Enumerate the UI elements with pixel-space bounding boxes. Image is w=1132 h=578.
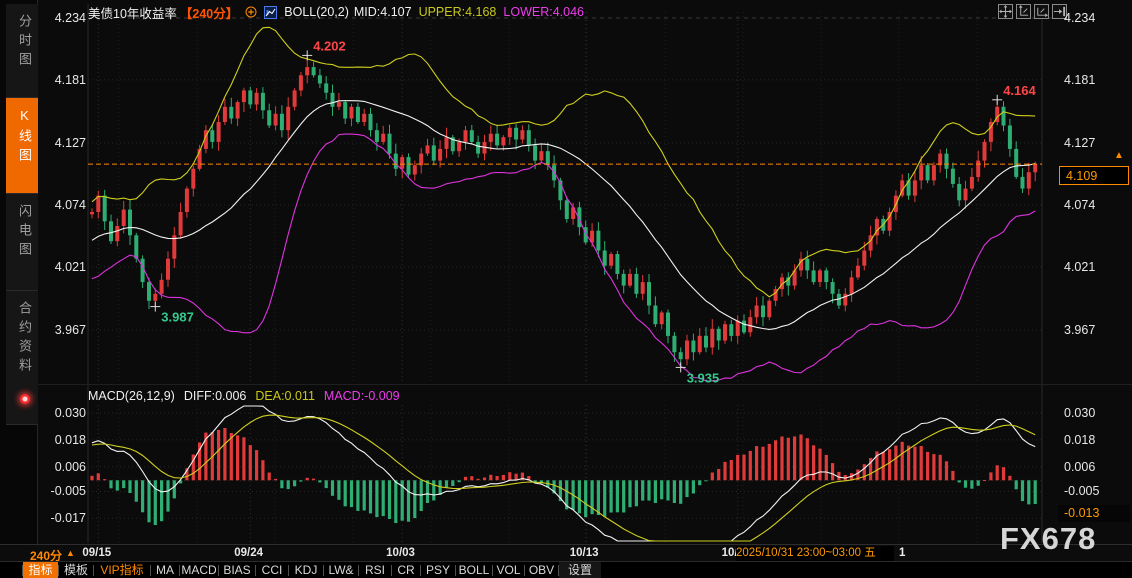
timeline-date: 09/15 xyxy=(82,547,111,559)
price-right-label: 4.234 xyxy=(1064,10,1128,26)
macd-current-badge: -0.013 xyxy=(1058,505,1130,522)
move-crosshair-icon[interactable] xyxy=(998,4,1013,19)
tab-template[interactable]: 模板 xyxy=(59,562,93,578)
macd-right-label: 0.006 xyxy=(1064,459,1128,475)
timeline-date: 09/24 xyxy=(234,547,263,559)
price-right-label: 3.967 xyxy=(1064,322,1128,338)
mini-kline-icon[interactable] xyxy=(264,6,277,19)
tab-indicator[interactable]: 指标 xyxy=(23,562,58,578)
sidebar: 分时图 K线图 闪电图 合约资料 xyxy=(0,0,38,544)
tab-vip-indicator[interactable]: VIP指标 xyxy=(94,562,150,578)
macd-left-label: 0.006 xyxy=(40,459,86,475)
sidebar-item-time-chart[interactable]: 分时图 xyxy=(6,4,38,98)
tab-vol[interactable]: VOL xyxy=(493,562,524,578)
macd-left-label: -0.005 xyxy=(40,483,86,499)
tab-boll[interactable]: BOLL xyxy=(456,562,492,578)
sidebar-item-kline-chart[interactable]: K线图 xyxy=(6,98,38,194)
price-right-label: 4.021 xyxy=(1064,259,1128,275)
price-left-label: 3.967 xyxy=(40,322,86,338)
macd-right-label: 0.018 xyxy=(1064,432,1128,448)
x-axis-scale-icon[interactable] xyxy=(1034,4,1049,19)
timeline-date: 10/03 xyxy=(386,547,415,559)
timeline-date: 10/13 xyxy=(570,547,599,559)
macd-header: MACD(26,12,9) DIFF:0.006 DEA:0.011 MACD:… xyxy=(88,389,400,403)
timeline-date-next: 1 xyxy=(899,547,905,559)
sidebar-item-contract-info[interactable]: 合约资料 xyxy=(6,291,38,425)
sidebar-item-flash-chart[interactable]: 闪电图 xyxy=(6,194,38,291)
price-left-label: 4.021 xyxy=(40,259,86,275)
price-right-label: 4.074 xyxy=(1064,197,1128,213)
timeline-bar: 240分 ▲ 09/15 09/24 10/03 10/13 10/2 2025… xyxy=(0,544,1132,561)
macd-diff-value: DIFF:0.006 xyxy=(184,389,247,403)
tab-ma[interactable]: MA xyxy=(151,562,179,578)
period-tag: 【240分】 xyxy=(180,3,238,22)
price-up-arrow-icon: ▲ xyxy=(1114,150,1124,161)
price-right-label: 4.127 xyxy=(1064,135,1128,151)
macd-dea-value: DEA:0.011 xyxy=(255,389,315,403)
price-left-label: 4.181 xyxy=(40,72,86,88)
fx678-watermark: FX678 xyxy=(1000,521,1096,557)
macd-right-label: -0.005 xyxy=(1064,483,1128,499)
tab-macd[interactable]: MACD xyxy=(180,562,218,578)
y-axis-scale-icon[interactable] xyxy=(1016,4,1031,19)
tab-psy[interactable]: PSY xyxy=(421,562,455,578)
tab-rsi[interactable]: RSI xyxy=(359,562,391,578)
macd-name: MACD(26,12,9) xyxy=(88,389,175,403)
chart-canvas[interactable] xyxy=(88,0,1042,543)
boll-mid-value: MID:4.107 xyxy=(354,5,412,19)
chart-header: 美债10年收益率 【240分】 BOLL(20,2) MID:4.107 UPP… xyxy=(88,4,584,20)
current-price-badge: 4.109 xyxy=(1059,166,1129,185)
price-left-label: 4.127 xyxy=(40,135,86,151)
tab-lwr[interactable]: LW& xyxy=(324,562,358,578)
tab-kdj[interactable]: KDJ xyxy=(289,562,323,578)
timeframe-up-icon[interactable]: ▲ xyxy=(66,548,75,558)
boll-lower-value: LOWER:4.046 xyxy=(503,5,584,19)
indicator-toolbar: 指标 模板 VIP指标 MA MACD BIAS CCI KDJ LW& RSI… xyxy=(0,561,1132,578)
macd-left-label: 0.030 xyxy=(40,405,86,421)
session-readout: 2025/10/31 23:00~03:00 五 xyxy=(736,546,894,561)
tab-bias[interactable]: BIAS xyxy=(219,562,255,578)
macd-value: MACD:-0.009 xyxy=(324,389,400,403)
chart-tool-buttons xyxy=(998,4,1067,19)
tab-cci[interactable]: CCI xyxy=(256,562,288,578)
tab-settings[interactable]: 设置 xyxy=(559,562,601,578)
zoom-plus-icon[interactable] xyxy=(245,6,257,18)
boll-upper-value: UPPER:4.168 xyxy=(419,5,497,19)
price-right-label: 4.181 xyxy=(1064,72,1128,88)
price-left-label: 4.234 xyxy=(40,10,86,26)
tab-cr[interactable]: CR xyxy=(392,562,420,578)
macd-left-label: -0.017 xyxy=(40,510,86,526)
boll-label: BOLL(20,2) xyxy=(284,5,349,19)
tab-obv[interactable]: OBV xyxy=(525,562,558,578)
macd-left-label: 0.018 xyxy=(40,432,86,448)
price-left-label: 4.074 xyxy=(40,197,86,213)
macd-right-label: 0.030 xyxy=(1064,405,1128,421)
instrument-title: 美债10年收益率 xyxy=(88,3,177,22)
live-indicator-icon[interactable] xyxy=(20,394,30,404)
